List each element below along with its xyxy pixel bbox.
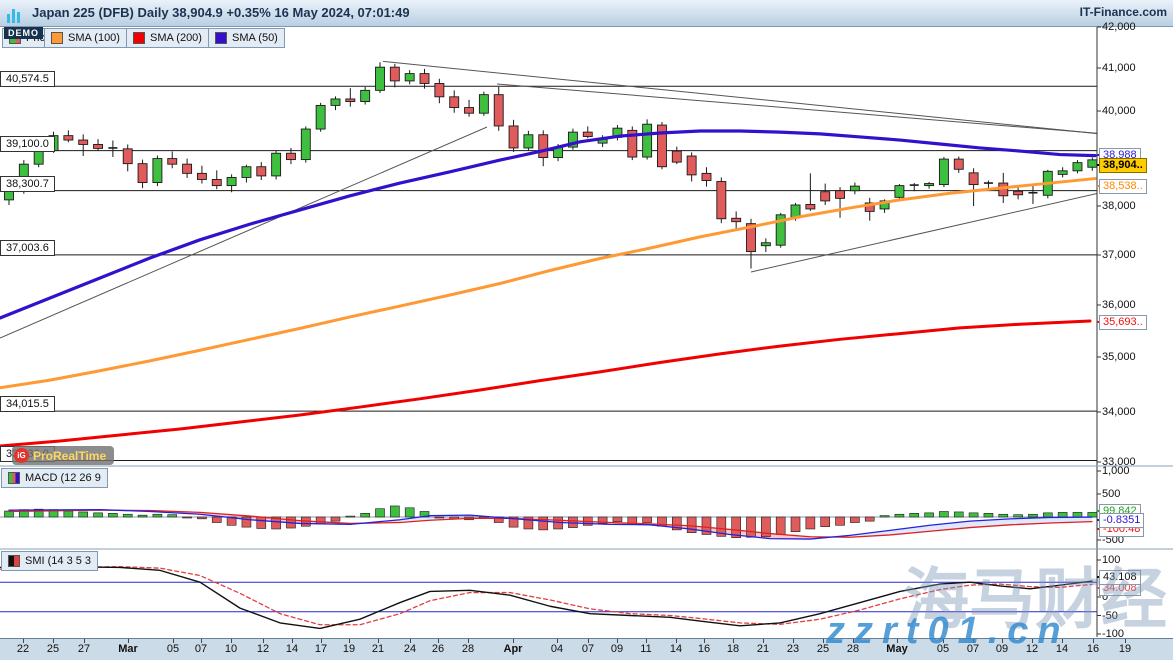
- x-axis-label: 16: [698, 643, 710, 655]
- legend-chip-sma100[interactable]: SMA (100): [44, 28, 127, 48]
- x-axis-label: Mar: [118, 643, 138, 655]
- y-axis-tick-label: 42,000: [1102, 21, 1136, 33]
- chart-canvas[interactable]: [0, 0, 1173, 660]
- smi-icon: [8, 555, 20, 567]
- macd-icon: [8, 472, 20, 484]
- x-axis-label: 07: [195, 643, 207, 655]
- y-axis-tick-label: 40,000: [1102, 105, 1136, 117]
- y-axis-tick-label: 38,000: [1102, 200, 1136, 212]
- x-axis-label: Apr: [504, 643, 523, 655]
- x-axis-label: 27: [78, 643, 90, 655]
- x-axis-label: 17: [315, 643, 327, 655]
- ig-logo-icon: iG: [14, 448, 29, 463]
- x-axis-label: 14: [286, 643, 298, 655]
- y-axis-tick-label: 1,000: [1102, 465, 1130, 477]
- plot-area[interactable]: [0, 61, 1131, 628]
- x-axis-label: 10: [225, 643, 237, 655]
- smi-legend-chip[interactable]: SMI (14 3 5 3: [1, 551, 98, 571]
- x-axis-label: 07: [967, 643, 979, 655]
- price-level-label: 40,574.5: [0, 71, 55, 87]
- x-axis-label: 22: [17, 643, 29, 655]
- y-axis-tick-label: 41,000: [1102, 62, 1136, 74]
- last-price-label: 38,904..: [1099, 158, 1147, 173]
- y-axis-tick-label: 34,000: [1102, 406, 1136, 418]
- x-axis-label: 11: [640, 643, 651, 655]
- macd-legend-chip[interactable]: MACD (12 26 9: [1, 468, 108, 488]
- x-axis-label: 23: [787, 643, 799, 655]
- x-axis-label: 04: [551, 643, 563, 655]
- x-axis-label: 21: [757, 643, 769, 655]
- y-axis-tick-label: 36,000: [1102, 299, 1136, 311]
- legend-sma100-label: SMA (100): [68, 32, 120, 44]
- legend-sma200-label: SMA (200): [150, 32, 202, 44]
- y-axis-tick-label: 37,000: [1102, 249, 1136, 261]
- trading-chart-app: Japan 225 (DFB) Daily 38,904.9 +0.35% 16…: [0, 0, 1173, 660]
- x-axis-label: 09: [996, 643, 1008, 655]
- smi-legend-label: SMI (14 3 5 3: [25, 555, 91, 567]
- x-axis-label: 26: [432, 643, 444, 655]
- sma200-value-label: 35,693..: [1099, 315, 1147, 330]
- x-axis-label: 21: [372, 643, 384, 655]
- macd-line-value-label: -0.8351: [1099, 513, 1144, 528]
- price-level-label: 37,003.6: [0, 240, 55, 256]
- sma200-swatch-icon: [133, 32, 145, 44]
- sma50-swatch-icon: [215, 32, 227, 44]
- legend-chip-sma200[interactable]: SMA (200): [126, 28, 209, 48]
- y-axis-tick-label: 100: [1102, 554, 1120, 566]
- x-axis-label: 25: [817, 643, 829, 655]
- smi-value-label: 43.108: [1099, 570, 1141, 585]
- x-axis-label: 28: [462, 643, 474, 655]
- x-axis[interactable]: 22 25 27 Mar 05 07 10 12 14 17 19 21 24 26 28 Apr 04 07 09…: [0, 638, 1173, 660]
- x-axis-label: 05: [937, 643, 949, 655]
- demo-badge: DEMO: [4, 27, 43, 39]
- macd-legend-label: MACD (12 26 9: [25, 472, 101, 484]
- price-level-label: 39,100.0: [0, 136, 55, 152]
- x-axis-label: 19: [343, 643, 355, 655]
- x-axis-label: 05: [167, 643, 179, 655]
- x-axis-label: 18: [727, 643, 739, 655]
- price-level-label: 38,300.7: [0, 176, 55, 192]
- x-axis-label: 25: [47, 643, 59, 655]
- legend-sma50-label: SMA (50): [232, 32, 278, 44]
- x-axis-label: 28: [847, 643, 859, 655]
- x-axis-label: 16: [1087, 643, 1099, 655]
- price-level-label: 34,015.5: [0, 396, 55, 412]
- y-axis-tick-label: -100: [1102, 628, 1124, 640]
- x-axis-label: 07: [582, 643, 594, 655]
- prorealtime-label: ProRealTime: [33, 449, 106, 463]
- legend-chip-sma50[interactable]: SMA (50): [208, 28, 285, 48]
- prorealtime-logo[interactable]: iG ProRealTime: [12, 446, 114, 465]
- x-axis-label: 12: [1026, 643, 1038, 655]
- x-axis-label: 12: [257, 643, 269, 655]
- x-axis-label: 09: [611, 643, 623, 655]
- y-axis-tick-label: 35,000: [1102, 351, 1136, 363]
- y-axis-tick-label: -50: [1102, 610, 1118, 622]
- y-axis-tick-label: 500: [1102, 488, 1120, 500]
- sma100-swatch-icon: [51, 32, 63, 44]
- x-axis-label: May: [886, 643, 907, 655]
- x-axis-label: 19: [1119, 643, 1131, 655]
- x-axis-label: 24: [404, 643, 416, 655]
- sma100-value-label: 38,538..: [1099, 179, 1147, 194]
- x-axis-label: 14: [1056, 643, 1068, 655]
- x-axis-label: 14: [670, 643, 682, 655]
